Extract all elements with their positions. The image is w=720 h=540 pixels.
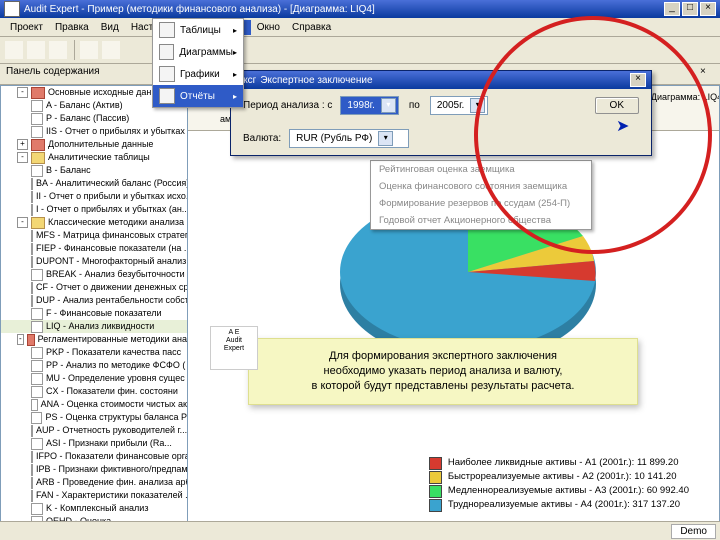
tree-item[interactable]: F - Финансовые показатели [1,307,187,320]
maximize-button[interactable]: □ [682,2,698,16]
currency-select[interactable]: RUR (Рубль РФ)▾ [289,129,409,148]
tree-item[interactable]: +Дополнительные данные [1,138,187,151]
tree-item[interactable]: IFPO - Показатели финансовые орга... [1,450,187,463]
tree-item[interactable]: K - Комплексный анализ [1,502,187,515]
expert-dialog: Эксг Экспертное заключение × Период анал… [230,70,652,156]
submenu-item[interactable]: Формирование резервов по ссудам (254-П) [371,195,591,212]
menu-window[interactable]: Окно [251,20,286,35]
tree-item[interactable]: MFS - Матрица финансовых стратегий [1,229,187,242]
tree-item[interactable]: P - Баланс (Пассив) [1,112,187,125]
menubar: Проект Правка Вид Настройка Результаты О… [0,18,720,37]
tb-new-icon[interactable] [4,40,24,60]
tree-item[interactable]: FAN - Характеристики показателей ... [1,489,187,502]
tree-item[interactable]: ARB - Проведение фин. анализа арби [1,476,187,489]
tree-item[interactable]: IIS - Отчет о прибылях и убытках [1,125,187,138]
window-title: Audit Expert - Пример (методики финансов… [24,4,662,15]
tree-item[interactable]: -Регламентированные методики ана [1,333,187,346]
currency-label: Валюта: [243,133,281,144]
legend-item: Медленнореализуемые активы - A3 (2001г.)… [429,484,689,498]
dropdown-tables[interactable]: Таблицы▸ [153,19,243,41]
nav-tree[interactable]: -Основные исходные данныеA - Баланс (Акт… [0,85,188,525]
tree-item[interactable]: FIEP - Финансовые показатели (на ... [1,242,187,255]
tree-item[interactable]: LIQ - Анализ ликвидности [1,320,187,333]
grid-icon[interactable] [194,111,210,127]
panel-btn2-icon[interactable] [684,66,698,80]
period-to-select[interactable]: 2005г.▾ [430,96,488,115]
table-icon [159,22,175,38]
results-dropdown: Таблицы▸ Диаграммы▸ Графики▸ Отчёты▸ [152,18,244,108]
tree-item[interactable]: CF - Отчет о движении денежных ср... [1,281,187,294]
tb-redo-icon[interactable] [101,40,121,60]
submenu-item[interactable]: Рейтинговая оценка заемщика [371,161,591,178]
tree-item[interactable]: DUP - Анализ рентабельности собст... [1,294,187,307]
report-icon [159,88,175,104]
menu-help[interactable]: Справка [286,20,337,35]
tree-item[interactable]: I - Отчет о прибылях и убытках (ан... [1,203,187,216]
tb-open-icon[interactable] [26,40,46,60]
menu-edit[interactable]: Правка [49,20,95,35]
dialog-titlebar: Эксг Экспертное заключение × [231,71,651,89]
legend-item: Наиболее ликвидные активы - A1 (2001г.):… [429,456,689,470]
help-callout: Для формирования экспертного заключения … [248,338,638,405]
tree-item[interactable]: ASI - Признаки прибыли (Ra... [1,437,187,450]
statusbar [0,521,720,540]
legend-item: Труднореализуемые активы - A4 (2001г.): … [429,498,689,512]
tb-undo-icon[interactable] [79,40,99,60]
tree-item[interactable]: PP - Анализ по методике ФСФО ( [1,359,187,372]
tree-item[interactable]: MU - Определение уровня сущес [1,372,187,385]
submenu-item[interactable]: Годовой отчет Акционерного общества [371,212,591,229]
reports-submenu: Рейтинговая оценка заемщикаОценка финанс… [370,160,592,230]
tree-item[interactable]: -Аналитические таблицы [1,151,187,164]
tree-item[interactable]: PKP - Показатели качества пасс [1,346,187,359]
dialog-close-icon[interactable]: × [630,73,646,87]
period-to-label: по [409,100,420,111]
tree-item[interactable]: CX - Показатели фин. состояни [1,385,187,398]
dropdown-charts[interactable]: Диаграммы▸ [153,41,243,63]
tree-item[interactable]: AUP - Отчетность руководителей г... [1,424,187,437]
tree-item[interactable]: BA - Аналитический баланс (Россия) [1,177,187,190]
graph-icon [159,66,175,82]
demo-badge: Demo [671,524,716,539]
tree-item[interactable]: PS - Оценка структуры баланса P [1,411,187,424]
minimize-button[interactable]: _ [664,2,680,16]
legend-item: Быстрореализуемые активы - A2 (2001г.): … [429,470,689,484]
tb-save-icon[interactable] [48,40,68,60]
tree-item[interactable]: DUPONT - Многофакторный анализ п... [1,255,187,268]
menu-view[interactable]: Вид [95,20,125,35]
app-icon [4,1,20,17]
dialog-title: Экспертное заключение [260,75,372,86]
tree-item[interactable]: -Классические методики анализа [1,216,187,229]
titlebar: Audit Expert - Пример (методики финансов… [0,0,720,18]
ae-logo: A EAuditExpert [210,326,258,370]
toolbar [0,37,720,64]
dropdown-graphs[interactable]: Графики▸ [153,63,243,85]
ok-button[interactable]: OK [595,97,639,114]
close-button[interactable]: × [700,2,716,16]
tree-item[interactable]: BREAK - Анализ безубыточности [1,268,187,281]
submenu-item[interactable]: Оценка финансового состояния заемщика [371,178,591,195]
tree-item[interactable]: ANA - Оценка стоимости чистых ак [1,398,187,411]
panel-btn1-icon[interactable] [668,66,682,80]
dropdown-reports[interactable]: Отчёты▸ [153,85,243,107]
menu-project[interactable]: Проект [4,20,49,35]
chart-icon [159,44,174,60]
panel-close-icon[interactable]: × [700,66,714,80]
period-from-select[interactable]: 1998г.▾ [340,96,398,115]
cursor-icon: ➤ [616,116,629,136]
tree-item[interactable]: B - Баланс [1,164,187,177]
tree-item[interactable]: IPB - Признаки фиктивного/предпам... [1,463,187,476]
period-label: Период анализа : с [243,100,332,111]
chart-legend: Наиболее ликвидные активы - A1 (2001г.):… [429,456,689,512]
tree-item[interactable]: II - Отчет о прибыли и убытках исхо... [1,190,187,203]
